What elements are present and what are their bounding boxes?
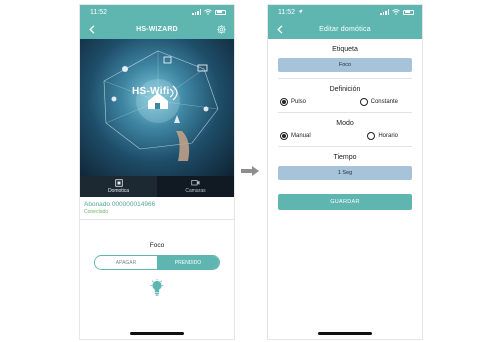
save-button[interactable]: GUARDAR xyxy=(278,194,412,210)
hero-network-illustration xyxy=(103,50,219,161)
definition-section: Definición Pulso Constante xyxy=(268,79,422,106)
left-phone-screen: 11:52 HS-WIZARD HS-Wifi Domotica Camaras… xyxy=(79,4,235,340)
battery-icon xyxy=(403,9,414,15)
account-id: Abonado 000000014966 xyxy=(84,201,156,208)
status-bar: 11:52 xyxy=(80,5,234,19)
page-title: HS-WIZARD xyxy=(136,25,178,33)
radio-label: Constante xyxy=(370,99,398,105)
camera-icon xyxy=(191,180,200,186)
nav-bar: Editar domótica xyxy=(268,19,422,39)
signal-icon xyxy=(192,9,201,15)
radio-label: Horario xyxy=(378,133,398,139)
radio-unselected-icon xyxy=(367,132,376,140)
turn-on-button[interactable]: PRENDIDO xyxy=(157,256,219,269)
time-section: Tiempo 1 Seg xyxy=(268,147,422,180)
status-indicators xyxy=(380,9,414,15)
home-indicator[interactable] xyxy=(318,332,372,335)
radio-selected-icon xyxy=(280,132,288,140)
tab-camaras[interactable]: Camaras xyxy=(157,176,234,197)
radio-unselected-icon xyxy=(359,98,368,106)
status-time: 11:52 xyxy=(278,9,303,16)
status-time: 11:52 xyxy=(90,8,107,16)
screenshot-stage: 11:52 HS-WIZARD HS-Wifi Domotica Camaras… xyxy=(0,0,493,342)
arrow-right-icon xyxy=(241,166,259,176)
right-phone-screen: 11:52 Editar domótica Etiqueta Foco Defi… xyxy=(267,4,423,340)
divider xyxy=(80,219,234,220)
location-arrow-icon xyxy=(298,9,303,14)
back-button[interactable] xyxy=(85,21,99,37)
status-bar: 11:52 xyxy=(268,5,422,19)
connection-status: Conectado xyxy=(84,209,109,215)
radio-constante[interactable]: Constante xyxy=(359,98,398,106)
label-section: Etiqueta Foco xyxy=(268,39,422,72)
status-indicators xyxy=(192,9,226,15)
account-info: Abonado 000000014966 Conectado xyxy=(80,197,234,215)
chevron-left-icon xyxy=(277,24,283,34)
time-section-title: Tiempo xyxy=(333,154,357,161)
on-off-toggle: APAGAR PRENDIDO xyxy=(94,255,220,270)
signal-icon xyxy=(380,9,389,15)
mode-section-title: Modo xyxy=(336,120,354,127)
domotica-icon xyxy=(114,179,123,187)
tab-label-camaras: Camaras xyxy=(185,188,206,194)
time-field[interactable]: 1 Seg xyxy=(278,166,412,180)
page-title: Editar domótica xyxy=(319,25,371,33)
hero-brand-text: HS-Wifi xyxy=(132,86,170,97)
tab-domotica[interactable]: Domotica xyxy=(80,176,157,197)
tab-bar: Domotica Camaras xyxy=(80,176,234,197)
radio-manual[interactable]: Manual xyxy=(280,132,311,140)
definition-radio-group: Pulso Constante xyxy=(268,93,422,106)
label-field[interactable]: Foco xyxy=(278,58,412,72)
chevron-left-icon xyxy=(89,24,95,34)
radio-pulso[interactable]: Pulso xyxy=(280,98,306,106)
tab-label-domotica: Domotica xyxy=(107,188,130,194)
home-indicator[interactable] xyxy=(130,332,184,335)
mode-radio-group: Manual Horario xyxy=(268,127,422,140)
radio-label: Manual xyxy=(291,133,311,139)
radio-label: Pulso xyxy=(291,99,307,105)
nav-bar: HS-WIZARD xyxy=(80,19,234,39)
definition-section-title: Definición xyxy=(329,86,361,93)
hero-image: HS-Wifi xyxy=(80,39,234,176)
device-name: Foco xyxy=(149,242,165,249)
wifi-icon xyxy=(392,9,400,15)
gear-icon xyxy=(216,24,226,34)
radio-horario[interactable]: Horario xyxy=(367,132,398,140)
mode-section: Modo Manual Horario xyxy=(268,113,422,140)
label-section-title: Etiqueta xyxy=(332,46,358,53)
turn-off-button[interactable]: APAGAR xyxy=(95,256,157,269)
battery-icon xyxy=(215,9,226,15)
wifi-icon xyxy=(204,9,212,15)
back-button[interactable] xyxy=(273,21,287,37)
radio-selected-icon xyxy=(280,98,288,106)
settings-button[interactable] xyxy=(214,22,228,36)
lightbulb-icon xyxy=(150,279,164,297)
